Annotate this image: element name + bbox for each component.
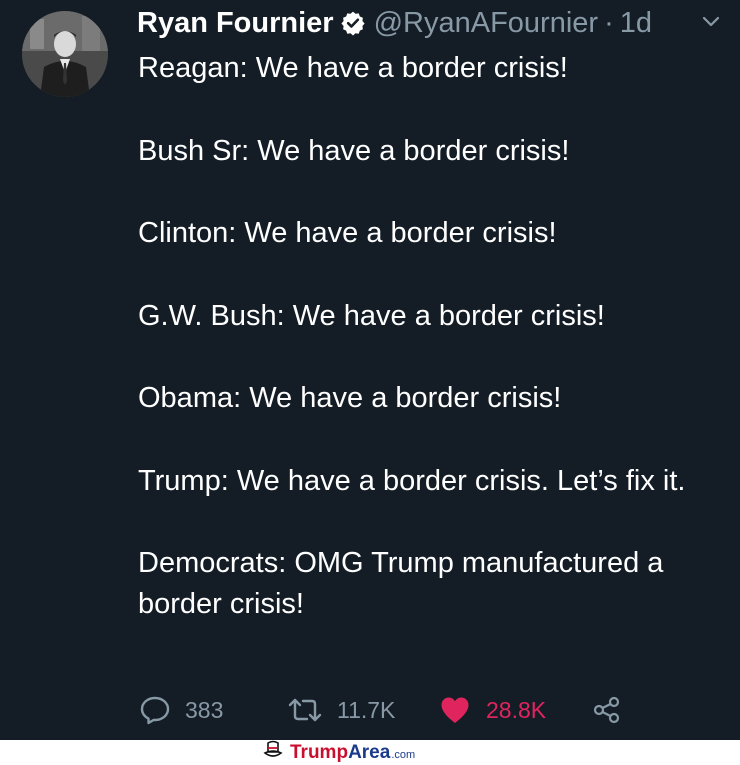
like-count: 28.8K [486, 696, 547, 723]
tweet-line: Trump: We have a border crisis. Let’s fi… [138, 464, 686, 497]
reply-count: 383 [185, 696, 224, 723]
verified-badge-icon [340, 10, 366, 36]
tweet-timestamp[interactable]: 1d [620, 7, 652, 40]
watermark-bar: TrumpArea .com [0, 740, 740, 765]
avatar[interactable] [22, 11, 108, 97]
watermark-tld: .com [391, 749, 416, 761]
tweet-card: Ryan Fournier @RyanAFournier · 1d Reagan… [0, 0, 740, 740]
watermark-blue: Area [348, 741, 391, 763]
heart-icon [440, 696, 470, 724]
avatar-photo [22, 11, 108, 97]
display-name[interactable]: Ryan Fournier [137, 7, 334, 40]
reply-button[interactable]: 383 [139, 690, 223, 730]
watermark-brand: TrumpArea .com [262, 740, 415, 765]
watermark-red: Trump [290, 741, 349, 763]
retweet-count: 11.7K [337, 696, 396, 723]
retweet-button[interactable]: 11.7K [287, 690, 395, 730]
tweet-line: G.W. Bush: We have a border crisis! [138, 299, 605, 332]
user-handle[interactable]: @RyanAFournier [374, 7, 598, 40]
retweet-icon [287, 696, 323, 724]
share-button[interactable] [592, 690, 622, 730]
hat-logo-icon [262, 740, 284, 765]
tweet-line: Democrats: OMG Trump manufactured a bord… [138, 547, 664, 620]
tweet-line: Clinton: We have a border crisis! [138, 217, 557, 249]
share-icon [592, 695, 622, 725]
like-button[interactable]: 28.8K [440, 690, 546, 730]
chevron-down-icon[interactable] [700, 14, 722, 30]
tweet-header: Ryan Fournier @RyanAFournier · 1d [137, 5, 652, 41]
tweet-line: Reagan: We have a border crisis! [138, 52, 568, 84]
tweet-line: Obama: We have a border crisis! [138, 382, 562, 414]
tweet-line: Bush Sr: We have a border crisis! [138, 134, 570, 167]
action-bar: 383 11.7K 28.8K [0, 690, 740, 730]
reply-icon [139, 695, 171, 725]
tweet-text: Reagan: We have a border crisis! Bush Sr… [138, 48, 718, 625]
time-separator: · [604, 6, 614, 39]
